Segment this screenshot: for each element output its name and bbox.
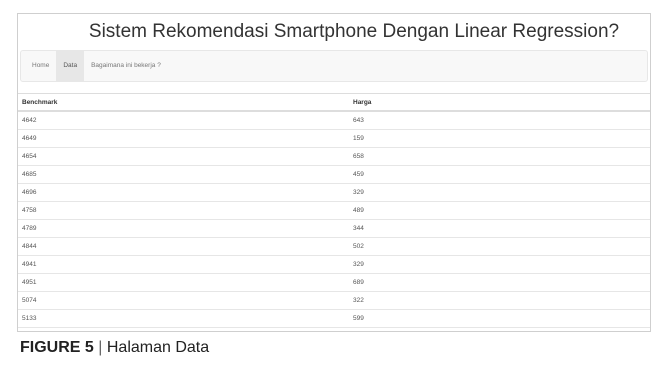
table-row: 5074 322 — [18, 291, 650, 310]
cell-benchmark: 5133 — [18, 309, 349, 328]
caption-separator: | — [98, 339, 103, 356]
cell-harga: 502 — [349, 237, 650, 256]
cell-harga: 643 — [349, 111, 650, 130]
table-row: 5133 599 — [18, 309, 650, 328]
figure-caption: FIGURE 5 | Halaman Data — [20, 339, 209, 357]
cell-benchmark: 4642 — [18, 111, 349, 130]
cell-benchmark: 4789 — [18, 219, 349, 238]
cell-harga: 658 — [349, 147, 650, 166]
cell-harga: 329 — [349, 183, 650, 202]
page-title: Sistem Rekomendasi Smartphone Dengan Lin… — [88, 21, 620, 42]
cell-harga: 599 — [349, 309, 650, 328]
cell-harga: 489 — [349, 201, 650, 220]
cell-harga: 459 — [349, 165, 650, 184]
table-row: 4649 159 — [18, 129, 650, 148]
figure-label: FIGURE 5 — [20, 339, 94, 356]
cell-benchmark: 5074 — [18, 291, 349, 310]
table-row: 4844 502 — [18, 237, 650, 256]
table-row: 4654 658 — [18, 147, 650, 166]
table-row: 4685 459 — [18, 165, 650, 184]
table-row: 4758 489 — [18, 201, 650, 220]
app-window: Sistem Rekomendasi Smartphone Dengan Lin… — [17, 13, 651, 332]
cell-benchmark: 4844 — [18, 237, 349, 256]
cell-harga: 322 — [349, 291, 650, 310]
table-row: 4696 329 — [18, 183, 650, 202]
table-body: 4642 643 4649 159 4654 658 4685 459 4696 329 4758 4… — [18, 111, 650, 328]
cell-benchmark: 4758 — [18, 201, 349, 220]
data-table-container[interactable]: Benchmark Harga 4642 643 4649 159 4654 658 468… — [18, 93, 650, 328]
cell-harga: 329 — [349, 255, 650, 274]
cell-harga: 159 — [349, 129, 650, 148]
table-row: 4941 329 — [18, 255, 650, 274]
table-row: 4951 689 — [18, 273, 650, 292]
navbar: Home Data Bagaimana ini bekerja ? — [20, 50, 648, 82]
nav-data-link[interactable]: Data — [56, 50, 85, 82]
nav-home-link[interactable]: Home — [25, 50, 56, 82]
table-row: 4789 344 — [18, 219, 650, 238]
table-row: 4642 643 — [18, 111, 650, 130]
column-header-harga: Harga — [349, 93, 650, 112]
table-header-row: Benchmark Harga — [18, 93, 650, 112]
column-header-benchmark: Benchmark — [18, 93, 349, 112]
caption-text: Halaman Data — [106, 339, 210, 356]
cell-benchmark: 4696 — [18, 183, 349, 202]
cell-harga: 689 — [349, 273, 650, 292]
cell-benchmark: 4941 — [18, 255, 349, 274]
cell-harga: 344 — [349, 219, 650, 238]
cell-benchmark: 4649 — [18, 129, 349, 148]
data-table: Benchmark Harga 4642 643 4649 159 4654 658 468… — [18, 93, 650, 328]
nav-how-it-works-link[interactable]: Bagaimana ini bekerja ? — [84, 50, 168, 82]
cell-benchmark: 4685 — [18, 165, 349, 184]
cell-benchmark: 4654 — [18, 147, 349, 166]
cell-benchmark: 4951 — [18, 273, 349, 292]
